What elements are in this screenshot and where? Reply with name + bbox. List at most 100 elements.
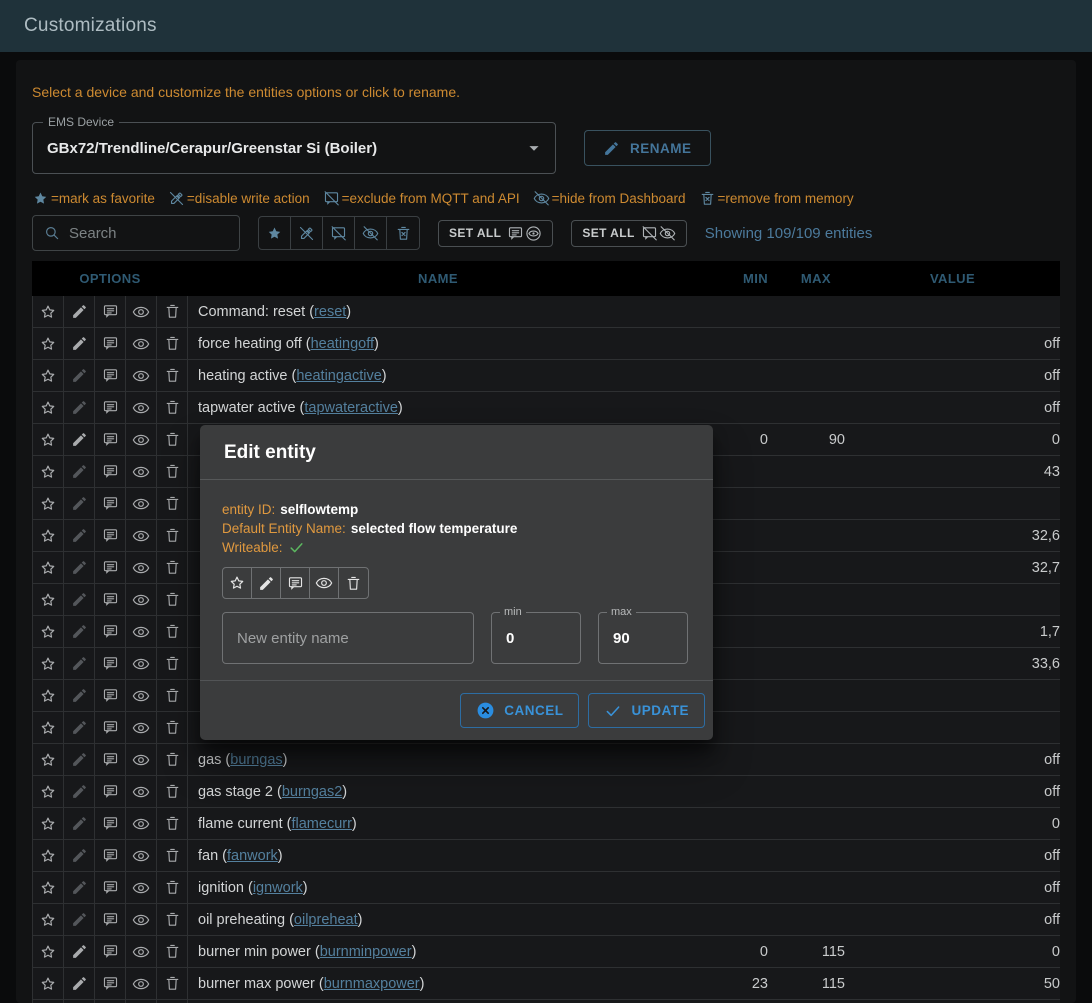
favorite-toggle-button[interactable]	[33, 296, 64, 327]
write-toggle-button[interactable]	[64, 552, 95, 583]
write-toggle-button[interactable]	[64, 744, 95, 775]
set-all-hide-button[interactable]: SET ALL	[571, 220, 686, 247]
write-toggle-button[interactable]	[64, 296, 95, 327]
mqtt-toggle-button[interactable]	[95, 296, 126, 327]
visibility-toggle-button[interactable]	[126, 808, 157, 839]
min-value[interactable]: 0	[506, 630, 514, 647]
entity-id-link[interactable]: burngas2	[282, 784, 342, 800]
delete-toggle-button[interactable]	[157, 872, 188, 903]
table-row[interactable]: gas (burngas) off	[32, 744, 1060, 776]
favorite-toggle-button[interactable]	[223, 568, 252, 598]
table-row[interactable]: gas stage 2 (burngas2) off	[32, 776, 1060, 808]
visibility-toggle-button[interactable]	[126, 744, 157, 775]
write-toggle-button[interactable]	[64, 616, 95, 647]
favorite-toggle-button[interactable]	[33, 552, 64, 583]
visibility-toggle-button[interactable]	[126, 328, 157, 359]
table-row[interactable]: oil preheating (oilpreheat) off	[32, 904, 1060, 936]
mqtt-toggle-button[interactable]	[95, 424, 126, 455]
favorite-toggle-button[interactable]	[33, 776, 64, 807]
ems-device-select[interactable]: EMS Device GBx72/Trendline/Cerapur/Green…	[32, 122, 556, 174]
mqtt-toggle-button[interactable]	[95, 392, 126, 423]
delete-toggle-button[interactable]	[157, 840, 188, 871]
write-toggle-button[interactable]	[64, 520, 95, 551]
mqtt-toggle-button[interactable]	[95, 744, 126, 775]
visibility-toggle-button[interactable]	[126, 872, 157, 903]
delete-toggle-button[interactable]	[157, 392, 188, 423]
mqtt-toggle-button[interactable]	[95, 776, 126, 807]
write-toggle-button[interactable]	[64, 648, 95, 679]
write-toggle-button[interactable]	[64, 840, 95, 871]
write-toggle-button[interactable]	[64, 456, 95, 487]
mqtt-toggle-button[interactable]	[95, 328, 126, 359]
write-toggle-button[interactable]	[64, 488, 95, 519]
visibility-toggle-button[interactable]	[310, 568, 339, 598]
visibility-toggle-button[interactable]	[126, 392, 157, 423]
entity-id-link[interactable]: tapwateractive	[304, 400, 398, 416]
table-row[interactable]: tapwater active (tapwateractive) off	[32, 392, 1060, 424]
new-entity-name-input[interactable]	[237, 630, 459, 647]
visibility-toggle-button[interactable]	[126, 360, 157, 391]
mqtt-toggle-button[interactable]	[95, 680, 126, 711]
write-toggle-button[interactable]	[64, 936, 95, 967]
write-toggle-button[interactable]	[64, 712, 95, 743]
entity-id-link[interactable]: burnmaxpower	[324, 976, 420, 992]
mqtt-toggle-button[interactable]	[95, 584, 126, 615]
visibility-toggle-button[interactable]	[126, 520, 157, 551]
favorite-toggle-button[interactable]	[33, 936, 64, 967]
write-toggle-button[interactable]	[64, 776, 95, 807]
entity-id-link[interactable]: flamecurr	[291, 816, 351, 832]
entity-id-link[interactable]: burngas	[230, 752, 282, 768]
write-toggle-button[interactable]	[64, 904, 95, 935]
favorite-toggle-button[interactable]	[33, 808, 64, 839]
write-toggle-button[interactable]	[64, 424, 95, 455]
delete-toggle-button[interactable]	[157, 744, 188, 775]
set-all-show-button[interactable]: SET ALL	[438, 220, 553, 247]
delete-toggle-button[interactable]	[157, 424, 188, 455]
table-row[interactable]: burner min power (burnminpower) 0 115 0	[32, 936, 1060, 968]
write-toggle-button[interactable]	[64, 392, 95, 423]
filter-favorite-button[interactable]	[259, 217, 291, 249]
table-row[interactable]: heating active (heatingactive) off	[32, 360, 1060, 392]
visibility-toggle-button[interactable]	[126, 648, 157, 679]
favorite-toggle-button[interactable]	[33, 680, 64, 711]
filter-disable-write-button[interactable]	[291, 217, 323, 249]
write-toggle-button[interactable]	[252, 568, 281, 598]
delete-toggle-button[interactable]	[157, 360, 188, 391]
delete-toggle-button[interactable]	[157, 584, 188, 615]
delete-toggle-button[interactable]	[157, 552, 188, 583]
mqtt-toggle-button[interactable]	[95, 968, 126, 999]
mqtt-toggle-button[interactable]	[95, 520, 126, 551]
delete-toggle-button[interactable]	[157, 488, 188, 519]
favorite-toggle-button[interactable]	[33, 424, 64, 455]
entity-id-link[interactable]: oilpreheat	[294, 912, 358, 928]
visibility-toggle-button[interactable]	[126, 552, 157, 583]
write-toggle-button[interactable]	[64, 968, 95, 999]
table-row[interactable]: Command: reset (reset)	[32, 296, 1060, 328]
mqtt-toggle-button[interactable]	[95, 936, 126, 967]
entity-id-link[interactable]: fanwork	[227, 848, 278, 864]
delete-toggle-button[interactable]	[157, 296, 188, 327]
visibility-toggle-button[interactable]	[126, 712, 157, 743]
delete-toggle-button[interactable]	[157, 616, 188, 647]
favorite-toggle-button[interactable]	[33, 712, 64, 743]
entity-id-link[interactable]: ignwork	[253, 880, 303, 896]
delete-toggle-button[interactable]	[157, 712, 188, 743]
filter-hide-dashboard-button[interactable]	[355, 217, 387, 249]
favorite-toggle-button[interactable]	[33, 520, 64, 551]
write-toggle-button[interactable]	[64, 872, 95, 903]
entity-id-link[interactable]: reset	[314, 304, 346, 320]
table-row[interactable]: fan (fanwork) off	[32, 840, 1060, 872]
favorite-toggle-button[interactable]	[33, 648, 64, 679]
favorite-toggle-button[interactable]	[33, 904, 64, 935]
write-toggle-button[interactable]	[64, 584, 95, 615]
mqtt-toggle-button[interactable]	[95, 808, 126, 839]
table-row[interactable]: burner max power (burnmaxpower) 23 115 5…	[32, 968, 1060, 1000]
delete-toggle-button[interactable]	[157, 520, 188, 551]
mqtt-toggle-button[interactable]	[95, 456, 126, 487]
rename-button[interactable]: RENAME	[584, 130, 711, 166]
favorite-toggle-button[interactable]	[33, 360, 64, 391]
mqtt-toggle-button[interactable]	[95, 488, 126, 519]
table-row[interactable]: ignition (ignwork) off	[32, 872, 1060, 904]
write-toggle-button[interactable]	[64, 360, 95, 391]
write-toggle-button[interactable]	[64, 680, 95, 711]
